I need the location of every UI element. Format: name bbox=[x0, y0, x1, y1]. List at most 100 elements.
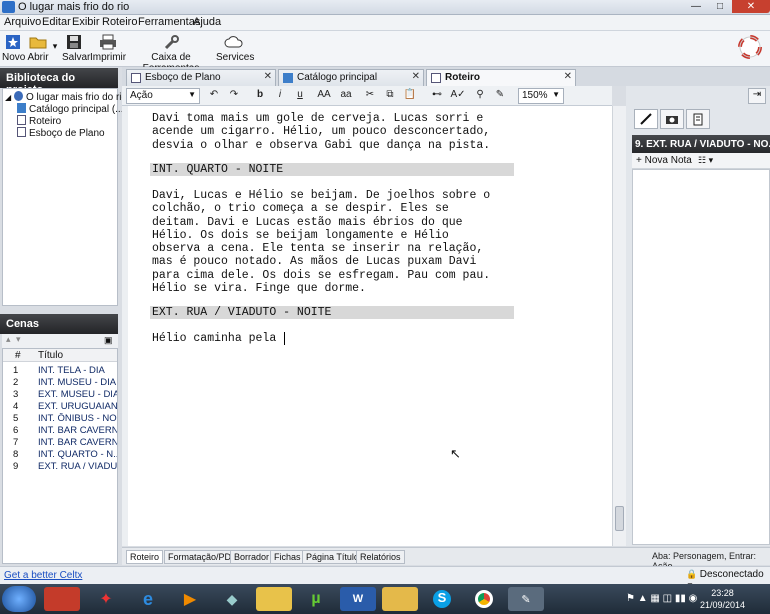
dropdown-arrow-icon[interactable]: ▾ bbox=[50, 41, 60, 52]
vlc-icon[interactable]: ▶ bbox=[172, 587, 208, 611]
close-button[interactable]: ✕ bbox=[732, 0, 770, 13]
services-button[interactable]: Services bbox=[216, 33, 254, 63]
paste-icon[interactable]: 📋 bbox=[402, 89, 418, 103]
cut-icon[interactable]: ✂ bbox=[362, 89, 378, 103]
tree-item-catalogo[interactable]: Catálogo principal (... bbox=[17, 103, 124, 115]
scene-row[interactable]: 3 EXT. MUSEU - DIA bbox=[3, 389, 117, 401]
system-tray-icons[interactable]: ⚑ ▲ ▦ ◫ ▮▮ ◉ bbox=[626, 593, 697, 604]
tab-esboco[interactable]: Esboço de Plano ✕ bbox=[126, 69, 276, 86]
tab-borrador[interactable]: Borrador bbox=[230, 550, 274, 564]
scene-row[interactable]: 6INT. BAR CAVERN... bbox=[3, 425, 117, 437]
tab-relatorios[interactable]: Relatórios bbox=[356, 550, 405, 564]
novo-button[interactable]: Novo bbox=[2, 33, 25, 63]
upgrade-link[interactable]: Get a better Celtx bbox=[4, 570, 82, 581]
menu-ferramentas[interactable]: Ferramentas bbox=[138, 16, 200, 28]
lowercase-button[interactable]: aa bbox=[336, 89, 356, 103]
collapse-arrow-icon[interactable]: ◢ bbox=[5, 93, 11, 102]
close-tab-icon[interactable]: ✕ bbox=[564, 71, 572, 82]
tab-pagina-titulo[interactable]: Página Título bbox=[302, 550, 363, 564]
menu-arquivo[interactable]: Arquivo bbox=[4, 16, 41, 28]
scene-row[interactable]: 7INT. BAR CAVERN... bbox=[3, 437, 117, 449]
tab-roteiro-mode[interactable]: Roteiro bbox=[126, 550, 164, 564]
tab-roteiro[interactable]: Roteiro ✕ bbox=[426, 69, 576, 86]
redo-button[interactable]: ↷ bbox=[226, 89, 242, 103]
file-explorer-icon[interactable] bbox=[256, 587, 292, 611]
scene-row[interactable]: 9 EXT. RUA / VIADU... bbox=[3, 461, 117, 473]
move-up-icon[interactable]: ▴ bbox=[6, 334, 11, 345]
element-style-select[interactable]: Ação ▼ bbox=[126, 88, 200, 104]
index-card-icon[interactable] bbox=[686, 109, 710, 129]
tab-catalogo[interactable]: Catálogo principal ✕ bbox=[278, 69, 424, 86]
menu-ajuda[interactable]: Ajuda bbox=[193, 16, 221, 28]
scene-row[interactable]: 4 EXT. URUGUAIAN... bbox=[3, 401, 117, 413]
sidebar-toggle-button[interactable]: ⇥ bbox=[748, 88, 766, 104]
format-icon[interactable]: ✎ bbox=[492, 89, 508, 103]
menu-exibir[interactable]: Exibir bbox=[72, 16, 100, 28]
project-icon bbox=[13, 91, 23, 101]
scene-heading[interactable]: INT. QUARTO - NOITE bbox=[150, 163, 514, 176]
tree-item-esboco[interactable]: Esboço de Plano bbox=[17, 127, 105, 139]
close-tab-icon[interactable]: ✕ bbox=[412, 71, 420, 82]
script-editor[interactable]: Davi toma mais um gole de cerveja. Lucas… bbox=[122, 106, 612, 546]
os-taskbar: ✦ e ▶ ◆ µ W S ✎ ⚑ ▲ ▦ ◫ ▮▮ ◉ 23:28 21/09… bbox=[0, 584, 770, 614]
col-number[interactable]: # bbox=[15, 350, 21, 361]
tab-fichas[interactable]: Fichas bbox=[270, 550, 305, 564]
action-paragraph[interactable]: Davi, Lucas e Hélio se beijam. De joelho… bbox=[152, 189, 490, 295]
uppercase-button[interactable]: AA bbox=[314, 89, 334, 103]
editor-scrollbar[interactable] bbox=[612, 106, 626, 546]
list-options-icon[interactable]: ☷ ▾ bbox=[698, 155, 713, 166]
skype-icon[interactable]: S bbox=[424, 587, 460, 611]
start-button[interactable] bbox=[2, 586, 36, 612]
underline-button[interactable]: u bbox=[292, 89, 308, 103]
minimize-button[interactable]: — bbox=[684, 0, 708, 13]
scrollbar-thumb[interactable] bbox=[615, 506, 624, 531]
catalog-icon bbox=[17, 103, 26, 113]
celtx-app-icon[interactable]: ✎ bbox=[508, 587, 544, 611]
word-icon[interactable]: W bbox=[340, 587, 376, 611]
imprimir-button[interactable]: Imprimir bbox=[90, 33, 126, 63]
pencil-notes-icon[interactable] bbox=[634, 109, 658, 129]
salvar-button[interactable]: Salvar bbox=[62, 33, 90, 63]
save-disk-icon bbox=[64, 33, 84, 51]
close-tab-icon[interactable]: ✕ bbox=[264, 71, 272, 82]
menu-editar[interactable]: Editar bbox=[42, 16, 71, 28]
chrome-icon[interactable] bbox=[466, 587, 502, 611]
zoom-select[interactable]: 150% ▼ bbox=[518, 88, 564, 104]
printer-icon bbox=[98, 33, 118, 51]
scene-heading[interactable]: EXT. RUA / VIADUTO - NOITE bbox=[150, 306, 514, 319]
menu-roteiro[interactable]: Roteiro bbox=[102, 16, 137, 28]
scene-row[interactable]: 2 INT. MUSEU - DIA bbox=[3, 377, 117, 389]
system-clock[interactable]: 23:28 21/09/2014 bbox=[700, 587, 745, 611]
internet-explorer-icon[interactable]: e bbox=[130, 587, 166, 611]
italic-button[interactable]: i bbox=[272, 89, 288, 103]
link-icon[interactable]: ⊷ bbox=[426, 89, 448, 103]
office-app-icon[interactable] bbox=[44, 587, 80, 611]
notes-area[interactable] bbox=[632, 169, 770, 545]
utorrent-icon[interactable]: µ bbox=[298, 587, 334, 611]
popout-icon[interactable]: ▣ bbox=[104, 335, 113, 346]
undo-button[interactable]: ↶ bbox=[206, 89, 222, 103]
action-paragraph[interactable]: Davi toma mais um gole de cerveja. Lucas… bbox=[152, 112, 490, 152]
tree-root[interactable]: ◢ O lugar mais frio do rio bbox=[5, 91, 127, 103]
libraries-icon[interactable] bbox=[382, 587, 418, 611]
library-tree: ◢ O lugar mais frio do rio Catálogo prin… bbox=[2, 88, 127, 306]
action-paragraph-current[interactable]: Hélio caminha pela bbox=[152, 332, 276, 345]
spellcheck-icon[interactable]: A✓ bbox=[450, 89, 466, 103]
copy-icon[interactable]: ⧉ bbox=[382, 89, 398, 103]
move-down-icon[interactable]: ▾ bbox=[16, 334, 21, 345]
folder-app-icon[interactable]: ◆ bbox=[214, 587, 250, 611]
tree-item-roteiro[interactable]: Roteiro bbox=[17, 115, 61, 127]
camera-icon[interactable] bbox=[660, 109, 684, 129]
jester-app-icon[interactable]: ✦ bbox=[88, 587, 124, 611]
search-icon[interactable]: ⚲ bbox=[472, 89, 488, 103]
maximize-button[interactable]: □ bbox=[708, 0, 732, 13]
bold-button[interactable]: b bbox=[252, 89, 268, 103]
abrir-button[interactable]: Abrir bbox=[26, 33, 50, 63]
col-title[interactable]: Título bbox=[38, 350, 63, 361]
scene-row[interactable]: 5 INT. ÔNIBUS - NO... bbox=[3, 413, 117, 425]
lifebuoy-help-icon[interactable] bbox=[736, 35, 764, 62]
window-title: O lugar mais frio do rio bbox=[18, 1, 130, 13]
add-note-button[interactable]: + Nova Nota bbox=[636, 155, 692, 166]
scene-row[interactable]: 8 INT. QUARTO - N... bbox=[3, 449, 117, 461]
scene-row[interactable]: 1 INT. TELA - DIA bbox=[3, 365, 117, 377]
